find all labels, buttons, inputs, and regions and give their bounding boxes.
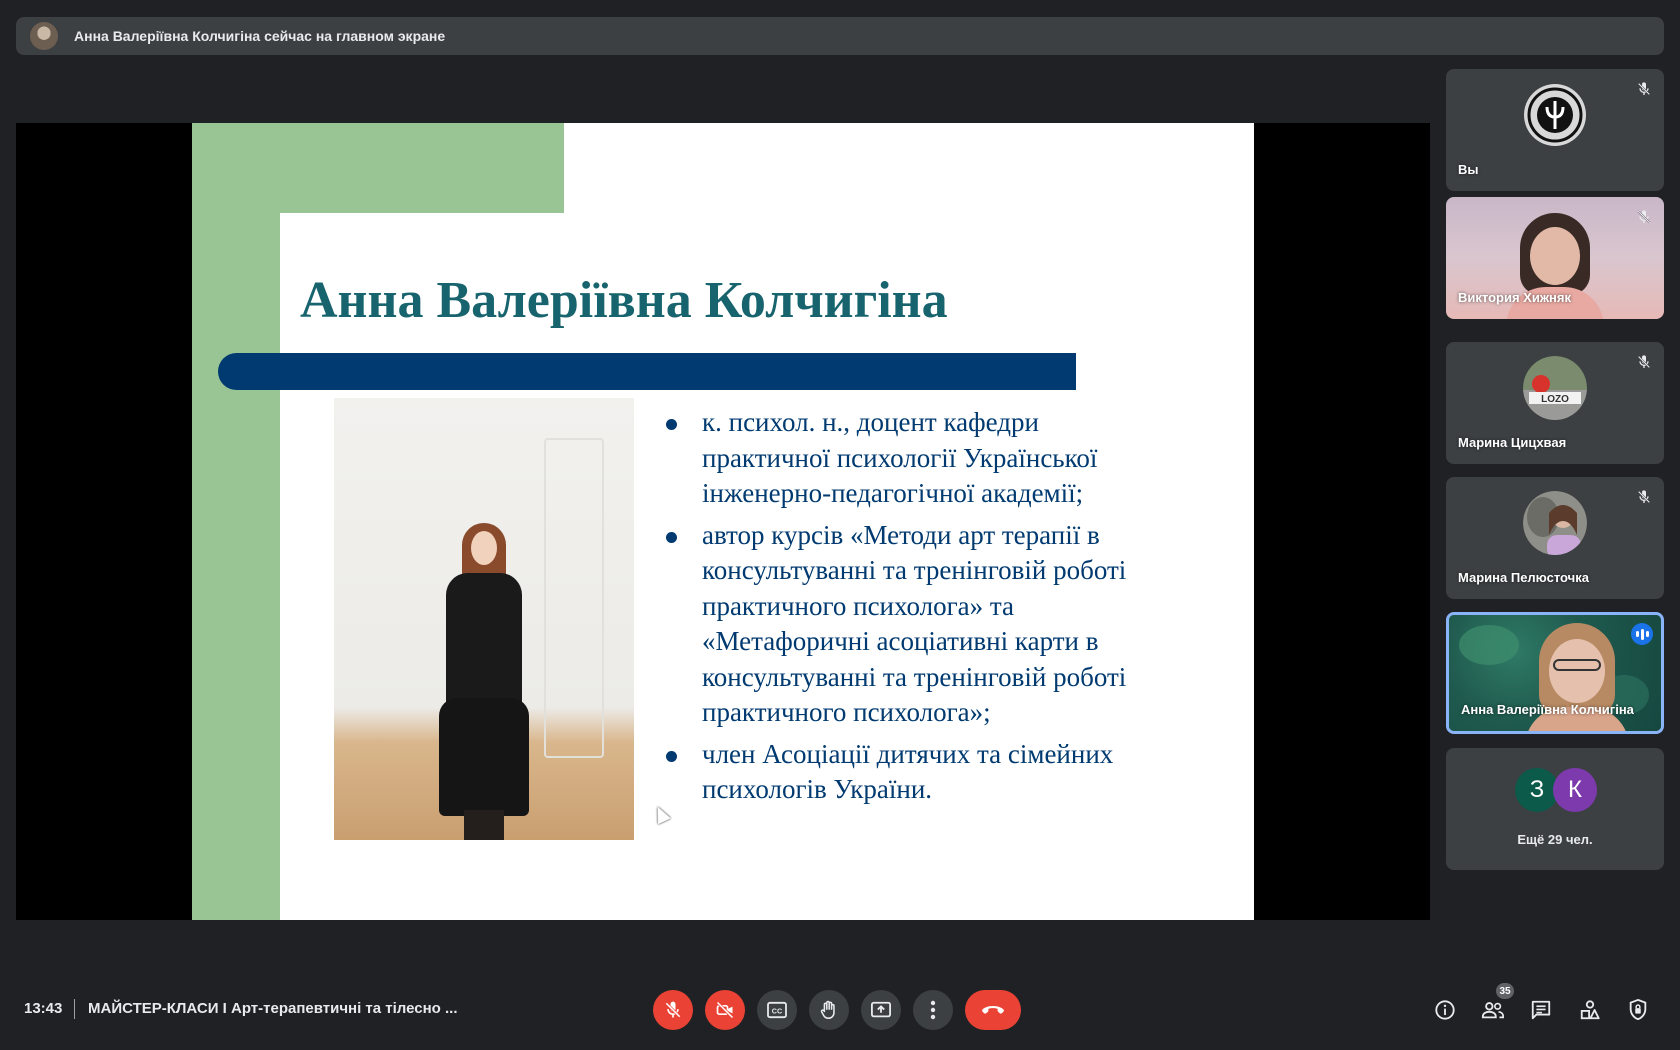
chat-button[interactable] — [1528, 997, 1554, 1023]
slide-green-band — [192, 123, 280, 920]
svg-text:LOZO: LOZO — [1541, 394, 1569, 405]
hang-up-icon — [982, 1006, 1004, 1014]
presenter-avatar — [30, 22, 58, 50]
raise-hand-button[interactable] — [809, 990, 849, 1030]
more-participants-label: Ещё 29 чел. — [1517, 832, 1593, 847]
meeting-info-button[interactable] — [1432, 997, 1458, 1023]
letter-avatar: К — [1553, 768, 1597, 812]
banner-text: Анна Валеріївна Колчигіна сейчас на глав… — [74, 28, 446, 44]
participant-avatar — [1523, 491, 1587, 555]
more-options-icon — [930, 1000, 936, 1020]
slide-bullet-list: к. психол. н., доцент кафедри практичної… — [662, 405, 1132, 814]
slide-portrait-photo — [334, 398, 634, 840]
participant-name: Марина Пелюсточка — [1458, 570, 1589, 585]
slide-title: Анна Валеріївна Колчигіна — [300, 272, 948, 329]
mic-off-icon — [1634, 207, 1654, 227]
participant-name: Вы — [1458, 162, 1479, 177]
mic-off-icon — [1634, 79, 1654, 99]
mic-off-icon — [665, 1001, 681, 1018]
info-icon — [1435, 1000, 1455, 1020]
chat-icon — [1531, 1000, 1551, 1020]
people-count-badge: 35 — [1496, 983, 1514, 999]
people-icon — [1481, 1002, 1504, 1019]
more-options-button[interactable] — [913, 990, 953, 1030]
captions-icon: CC — [767, 1001, 787, 1019]
raise-hand-icon — [820, 1000, 835, 1020]
participant-tile[interactable]: Вы — [1446, 69, 1664, 191]
activities-button[interactable] — [1577, 997, 1603, 1023]
meeting-title: МАЙСТЕР-КЛАСИ І Арт-терапевтичні та тіле… — [88, 1000, 458, 1017]
slide-green-block — [192, 123, 564, 213]
camera-toggle-button[interactable] — [705, 990, 745, 1030]
camera-off-icon — [716, 1001, 734, 1019]
slide-bullet: к. психол. н., доцент кафедри практичної… — [662, 405, 1132, 512]
present-screen-button[interactable] — [861, 990, 901, 1030]
participant-name: Анна Валеріївна Колчигіна — [1461, 702, 1634, 717]
people-button[interactable] — [1480, 997, 1506, 1023]
mic-toggle-button[interactable] — [653, 990, 693, 1030]
participant-name: Виктория Хижняк — [1458, 290, 1571, 305]
captions-button[interactable]: CC — [757, 990, 797, 1030]
more-participants-avatars: З К — [1515, 768, 1597, 812]
presentation-slide: Анна Валеріївна Колчигіна к. психол. н.,… — [192, 123, 1254, 920]
mic-off-icon — [1634, 352, 1654, 372]
svg-text:CC: CC — [772, 1007, 782, 1016]
slide-title-bar — [218, 353, 1076, 390]
speaking-indicator-icon — [1631, 623, 1653, 645]
presentation-stage: Анна Валеріївна Колчигіна к. психол. н.,… — [16, 123, 1430, 920]
participant-avatar: LOZO — [1523, 356, 1587, 420]
slide-bullet: автор курсів «Методи арт терапії в консу… — [662, 518, 1132, 731]
more-participants-tile[interactable]: З К Ещё 29 чел. — [1446, 748, 1664, 870]
activities-icon — [1580, 1000, 1600, 1020]
emblem-avatar-icon — [1524, 84, 1586, 146]
participant-tile-active-speaker[interactable]: Анна Валеріївна Колчигіна — [1446, 612, 1664, 734]
presenter-banner: Анна Валеріївна Колчигіна сейчас на глав… — [16, 17, 1664, 55]
participant-tile[interactable]: Марина Пелюсточка — [1446, 477, 1664, 599]
clock-time: 13:43 — [24, 1000, 63, 1017]
participant-name: Марина Цицхвая — [1458, 435, 1567, 450]
participant-tile[interactable]: Виктория Хижняк — [1446, 197, 1664, 319]
present-icon — [871, 1001, 891, 1018]
hang-up-button[interactable] — [965, 990, 1021, 1030]
mic-off-icon — [1634, 487, 1654, 507]
host-controls-button[interactable] — [1625, 997, 1651, 1023]
host-controls-icon — [1629, 998, 1647, 1021]
participant-tile[interactable]: LOZO Марина Цицхвая — [1446, 342, 1664, 464]
divider — [74, 999, 75, 1019]
slide-bullet: член Асоціації дитячих та сімейних психо… — [662, 737, 1132, 808]
